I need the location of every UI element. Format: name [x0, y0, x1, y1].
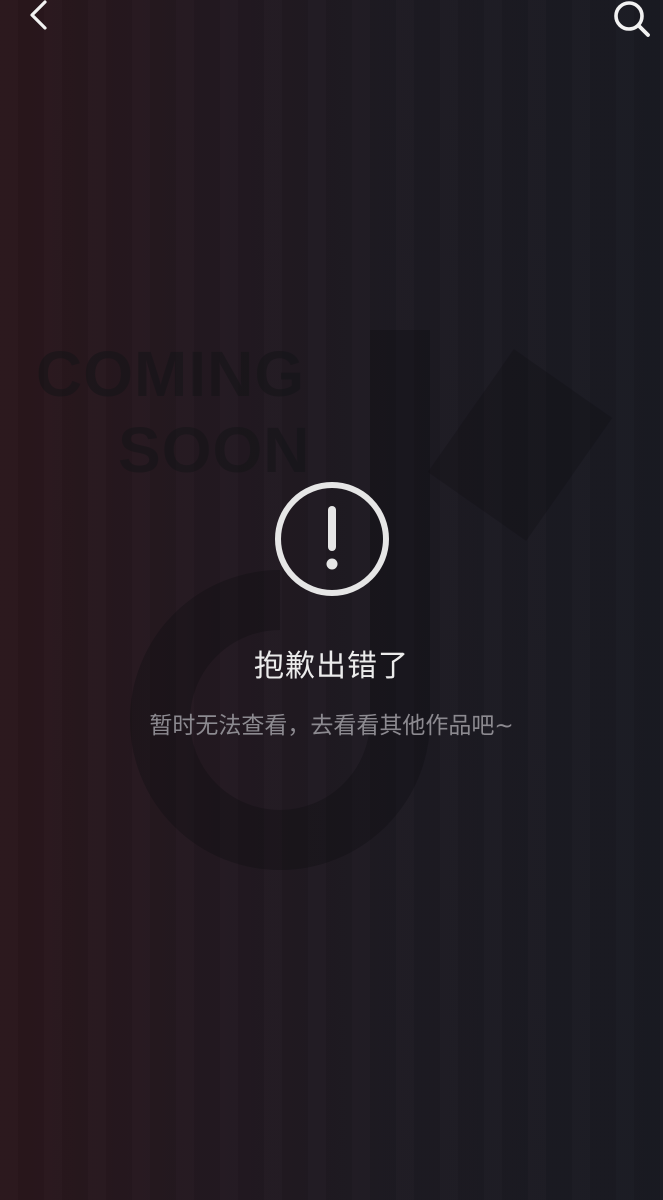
error-screen: COMING SOON 抱歉出错了 暂时无法查看，去看看其他作品吧~	[0, 0, 663, 1200]
search-button[interactable]	[607, 0, 657, 46]
error-subtitle: 暂时无法查看，去看看其他作品吧~	[149, 713, 514, 739]
exclamation-circle-icon	[274, 482, 389, 596]
top-bar	[0, 0, 663, 50]
error-message: 抱歉出错了 暂时无法查看，去看看其他作品吧~	[0, 480, 663, 741]
chevron-left-icon	[30, 0, 47, 30]
back-button[interactable]	[16, 0, 60, 40]
poster-text-coming: COMING	[36, 338, 306, 410]
error-title: 抱歉出错了	[254, 649, 409, 684]
search-icon	[614, 1, 650, 37]
poster-text-soon: SOON	[118, 414, 311, 486]
